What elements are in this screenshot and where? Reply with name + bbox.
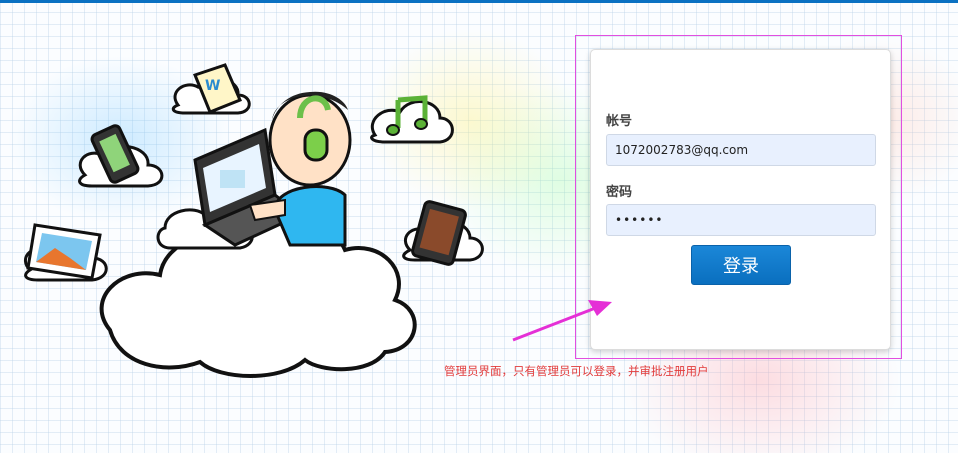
password-input[interactable] (606, 204, 876, 236)
photo-icon (23, 223, 108, 282)
login-button[interactable]: 登录 (691, 245, 791, 285)
svg-text:W: W (205, 78, 220, 94)
username-input[interactable] (606, 134, 876, 166)
phone-icon (78, 124, 164, 188)
username-label: 帐号 (606, 114, 633, 129)
hero-illustration: W (23, 63, 484, 378)
password-label: 密码 (606, 185, 633, 200)
tablet-icon (402, 200, 484, 266)
annotation-note: 管理员界面，只有管理员可以登录，并审批注册用户 (444, 364, 709, 378)
music-note-icon (370, 95, 454, 144)
document-icon: W (171, 63, 251, 115)
login-panel: 帐号 密码 登录 (590, 49, 891, 350)
